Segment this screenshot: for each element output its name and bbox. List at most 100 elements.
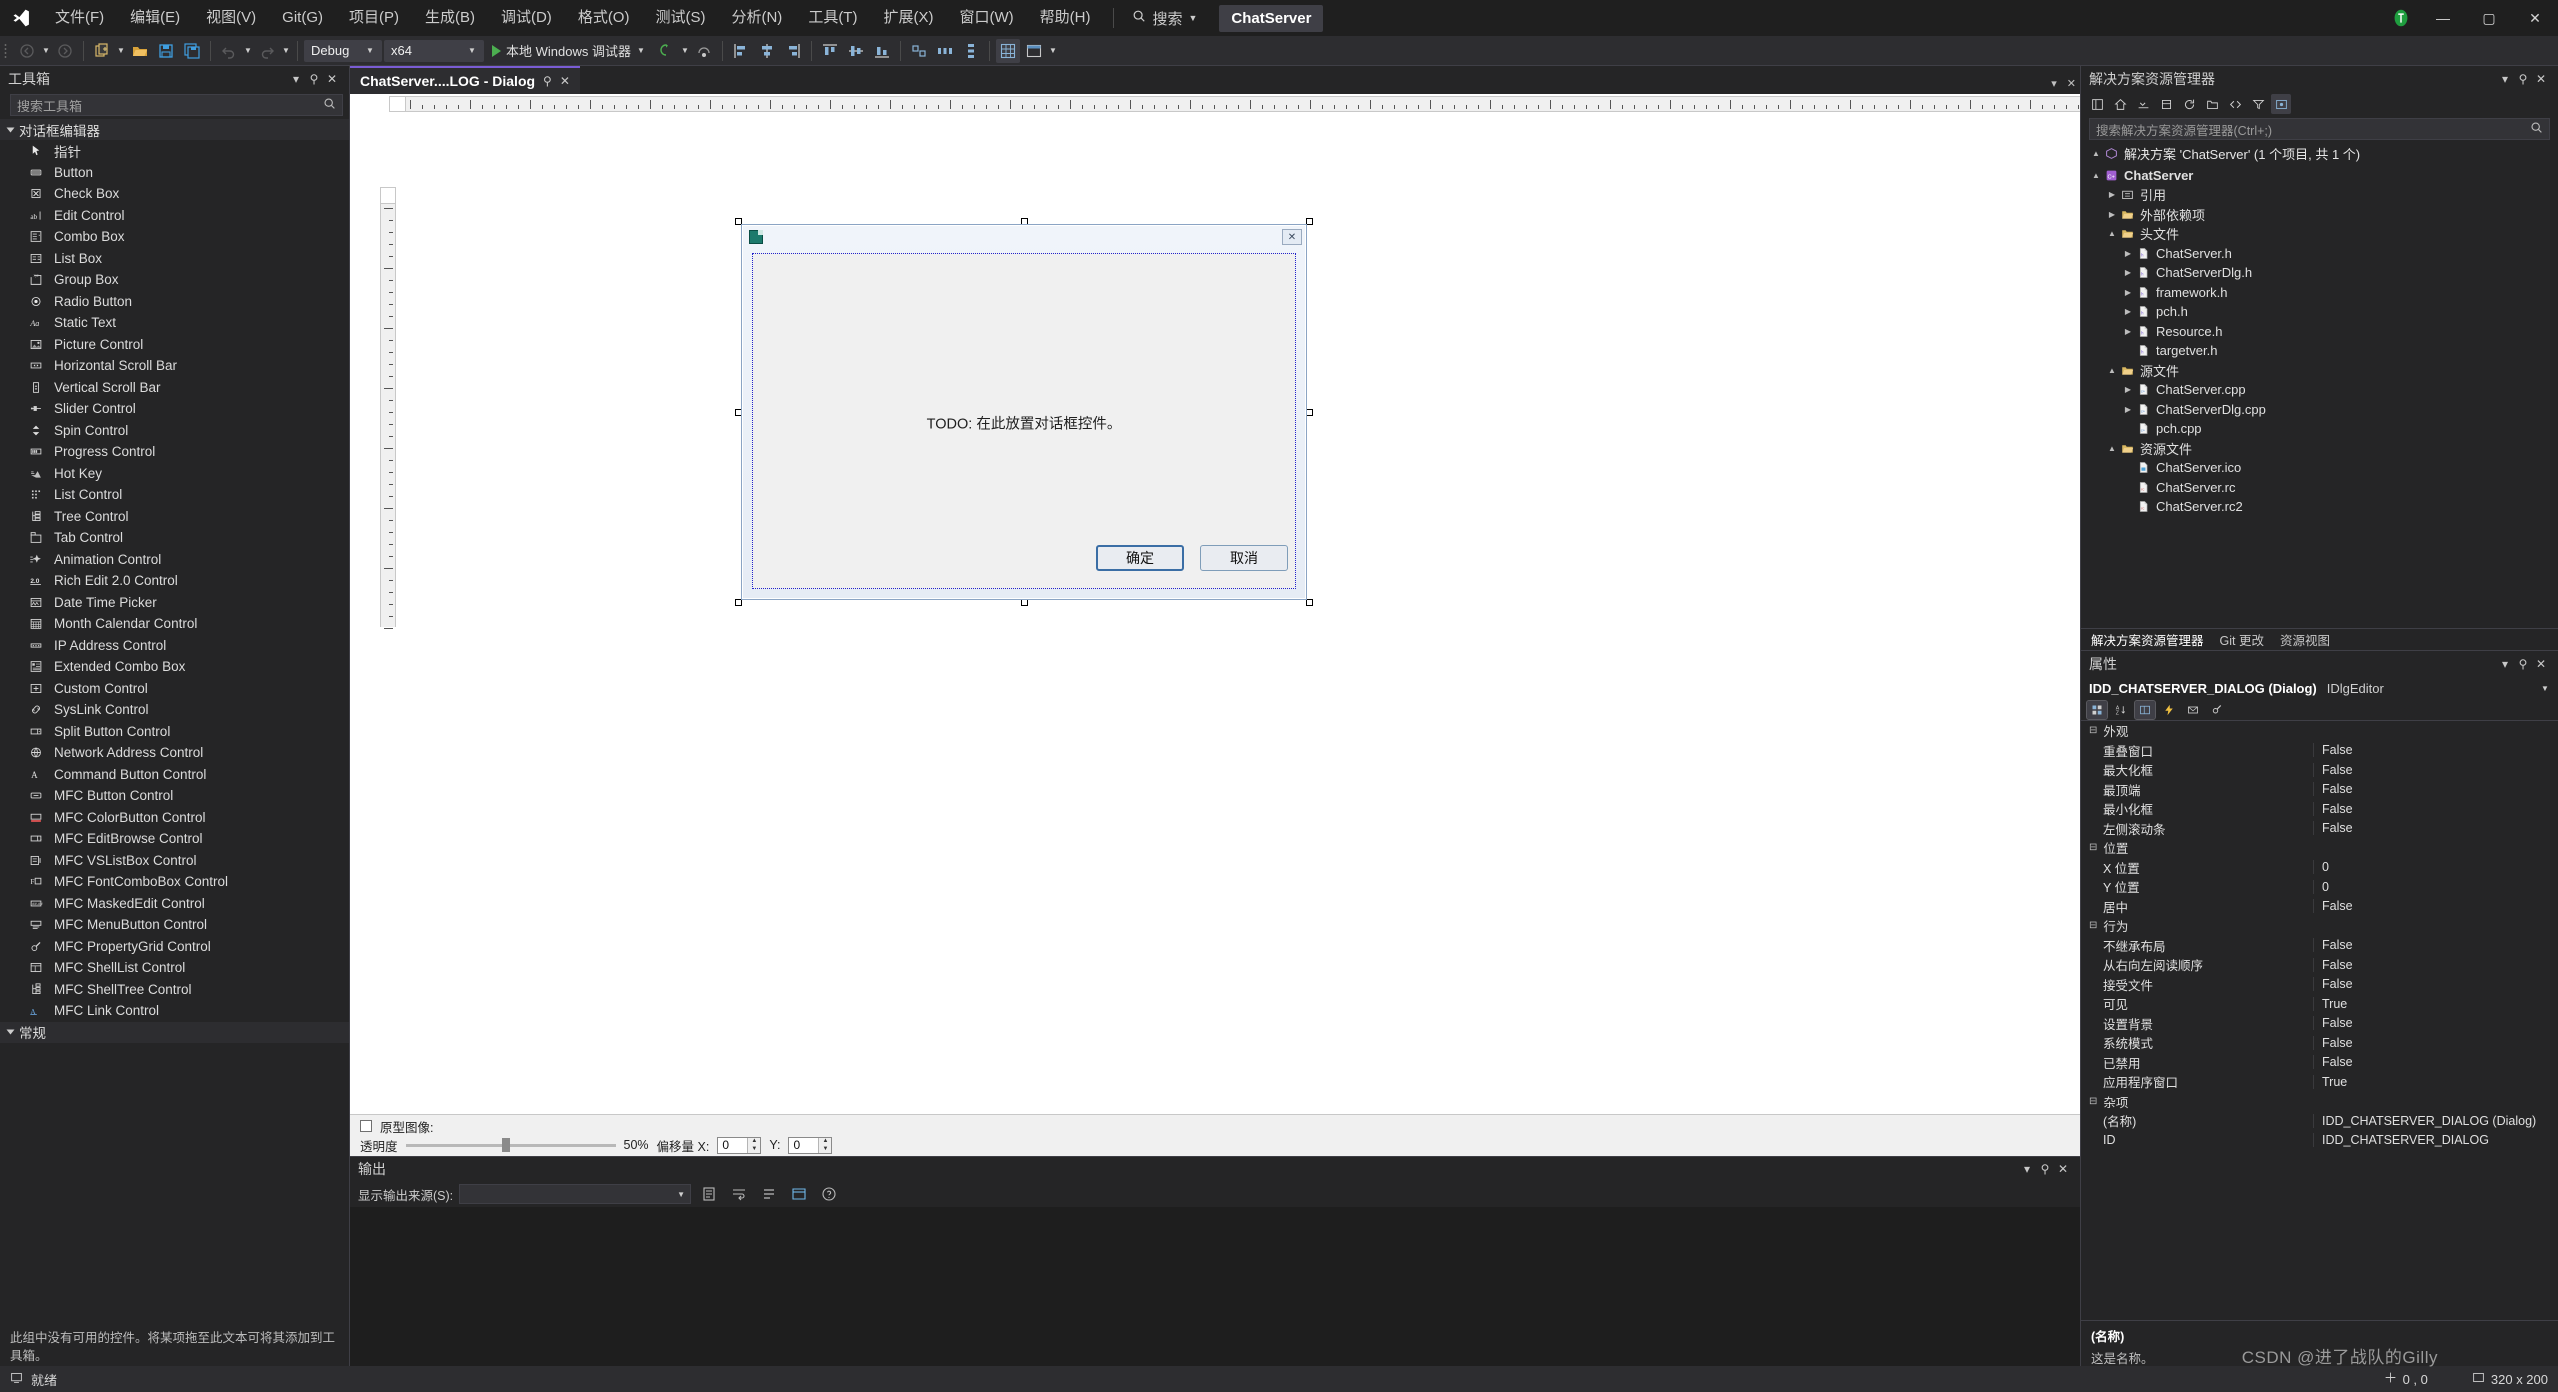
align-lefts-icon[interactable] <box>729 39 753 63</box>
toolbox-item[interactable]: 2.0 Rich Edit 2.0 Control <box>0 570 349 592</box>
chevron-down-icon[interactable]: ▼ <box>2540 684 2550 693</box>
properties-row[interactable]: 可见 True <box>2081 994 2558 1014</box>
solution-tree-item[interactable]: rc ChatServer.rc2 <box>2081 497 2558 517</box>
step-over-icon[interactable] <box>692 39 716 63</box>
solution-tree-item[interactable]: ▶ h ChatServer.h <box>2081 244 2558 264</box>
restore-button[interactable]: ▢ <box>2466 0 2512 36</box>
toolbox-item[interactable]: F MFC FontComboBox Control <box>0 871 349 893</box>
properties-row[interactable]: 不继承布局 False <box>2081 936 2558 956</box>
sort-by-category-icon[interactable] <box>2086 699 2108 720</box>
collapse-icon[interactable]: ⊟ <box>2089 842 2097 853</box>
properties-value[interactable]: 0 <box>2313 879 2558 894</box>
solution-tree-item[interactable]: ▲ C+ ChatServer <box>2081 166 2558 186</box>
align-rights-icon[interactable] <box>781 39 805 63</box>
toolbox-list[interactable]: 对话框编辑器 指针 Button Check Box ab Edit Control Com… <box>0 119 349 1321</box>
properties-category-row[interactable]: ⊟ 杂项 <box>2081 1092 2558 1112</box>
se-home-icon[interactable] <box>2110 94 2130 114</box>
expander-icon[interactable]: ▶ <box>2121 249 2135 258</box>
menu-help[interactable]: 帮助(H) <box>1027 0 1104 36</box>
menu-debug[interactable]: 调试(D) <box>488 0 565 36</box>
expander-icon[interactable]: ▶ <box>2121 385 2135 394</box>
expander-icon[interactable]: ▶ <box>2121 288 2135 297</box>
toggle-grid-icon[interactable] <box>995 38 1020 63</box>
toolbox-item[interactable]: List Box <box>0 248 349 270</box>
toolbox-item[interactable]: MFC Button Control <box>0 785 349 807</box>
toolbox-close-icon[interactable]: ✕ <box>323 72 341 86</box>
stepper-arrows-icon[interactable]: ▲ ▼ <box>747 1137 761 1153</box>
tab-solution-explorer[interactable]: 解决方案资源管理器 <box>2091 630 2204 649</box>
tab-git-changes[interactable]: Git 更改 <box>2220 630 2264 649</box>
se-dropdown-icon[interactable]: ▾ <box>2496 72 2514 86</box>
toolbox-item[interactable]: … MFC EditBrowse Control <box>0 828 349 850</box>
copilot-status-icon[interactable] <box>2388 5 2414 31</box>
toolbox-item[interactable]: Extended Combo Box <box>0 656 349 678</box>
properties-row[interactable]: 重叠窗口 False <box>2081 741 2558 761</box>
se-show-all-files-icon[interactable] <box>2202 94 2222 114</box>
expander-icon[interactable]: ▲ <box>2089 149 2103 158</box>
redo-dropdown-icon[interactable]: ▼ <box>281 46 291 55</box>
toolbox-item[interactable]: Aa Static Text <box>0 312 349 334</box>
toolbox-item[interactable]: Radio Button <box>0 291 349 313</box>
menu-project[interactable]: 项目(P) <box>336 0 412 36</box>
save-all-icon[interactable] <box>180 39 204 63</box>
properties-row[interactable]: 居中 False <box>2081 897 2558 917</box>
new-dropdown-icon[interactable]: ▼ <box>116 46 126 55</box>
solution-tree-item[interactable]: h targetver.h <box>2081 341 2558 361</box>
make-same-size-icon[interactable] <box>907 39 931 63</box>
toolbox-item[interactable]: SysLink Control <box>0 699 349 721</box>
toolbox-item[interactable]: Custom Control <box>0 678 349 700</box>
toolbox-item[interactable]: Vertical Scroll Bar <box>0 377 349 399</box>
se-close-icon[interactable]: ✕ <box>2532 72 2550 86</box>
align-tops-icon[interactable] <box>818 39 842 63</box>
collapse-icon[interactable]: ⊟ <box>2089 920 2097 931</box>
properties-row[interactable]: 最小化框 False <box>2081 799 2558 819</box>
align-centers-icon[interactable] <box>755 39 779 63</box>
offset-x-stepper[interactable]: 0 ▲ ▼ <box>717 1136 762 1154</box>
toolbox-item[interactable]: A Command Button Control <box>0 764 349 786</box>
output-source-select[interactable]: ▼ <box>459 1184 692 1204</box>
toolbox-group-header[interactable]: 常规 <box>0 1021 349 1043</box>
property-pages-icon[interactable] <box>2207 701 2227 719</box>
minimize-button[interactable]: — <box>2420 0 2466 36</box>
messages-view-icon[interactable] <box>2183 701 2203 719</box>
properties-row[interactable]: 已禁用 False <box>2081 1053 2558 1073</box>
output-clear-icon[interactable] <box>697 1182 721 1206</box>
space-across-icon[interactable] <box>933 39 957 63</box>
menu-tools[interactable]: 工具(T) <box>795 0 870 36</box>
toolbox-dropdown-icon[interactable]: ▾ <box>287 72 305 86</box>
toolbox-item[interactable]: Check Box <box>0 183 349 205</box>
project-chip[interactable]: ChatServer <box>1219 4 1324 32</box>
toolbox-item[interactable]: Split Button Control <box>0 721 349 743</box>
toolbox-item[interactable]: Tab Control <box>0 527 349 549</box>
expander-icon[interactable]: ▲ <box>2089 171 2103 180</box>
output-wordwrap-icon[interactable] <box>727 1182 751 1206</box>
properties-view-icon[interactable] <box>2134 699 2156 720</box>
toolbox-item[interactable]: Tree Control <box>0 506 349 528</box>
collapse-icon[interactable]: ⊟ <box>2089 725 2097 736</box>
hot-reload-icon[interactable] <box>654 39 678 63</box>
menu-git[interactable]: Git(G) <box>269 0 336 36</box>
test-dropdown-icon[interactable]: ▼ <box>1048 46 1058 55</box>
se-pin-icon[interactable]: ⚲ <box>2514 72 2532 86</box>
toolbox-item[interactable]: A MFC Link Control <box>0 1000 349 1022</box>
se-view-icon[interactable] <box>2087 94 2107 114</box>
pin-icon[interactable]: ⚲ <box>543 74 552 88</box>
dialog-selection-frame[interactable]: ✕ TODO: 在此放置对话框控件。 确定 取消 <box>735 218 1313 606</box>
properties-value[interactable]: False <box>2313 762 2558 777</box>
toolbox-item[interactable]: IP Address Control <box>0 635 349 657</box>
properties-row[interactable]: (名称) IDD_CHATSERVER_DIALOG (Dialog) <box>2081 1111 2558 1131</box>
solution-tree-item[interactable]: ChatServer.ico <box>2081 458 2558 478</box>
expander-icon[interactable]: ▶ <box>2121 327 2135 336</box>
events-view-icon[interactable] <box>2159 701 2179 719</box>
new-project-icon[interactable] <box>90 39 114 63</box>
properties-row[interactable]: 从右向左阅读顺序 False <box>2081 955 2558 975</box>
solution-tree-item[interactable]: ▶ h pch.h <box>2081 302 2558 322</box>
toolbox-item[interactable]: Spin Control <box>0 420 349 442</box>
toolbox-item[interactable]: Network Address Control <box>0 742 349 764</box>
toolbox-item[interactable]: MFC VSListBox Control <box>0 850 349 872</box>
save-icon[interactable] <box>154 39 178 63</box>
redo-icon[interactable] <box>255 39 279 63</box>
open-file-icon[interactable] <box>128 39 152 63</box>
toolbox-item[interactable]: Hot Key <box>0 463 349 485</box>
solution-root-row[interactable]: ▲ 解决方案 'ChatServer' (1 个项目, 共 1 个) <box>2081 144 2558 164</box>
